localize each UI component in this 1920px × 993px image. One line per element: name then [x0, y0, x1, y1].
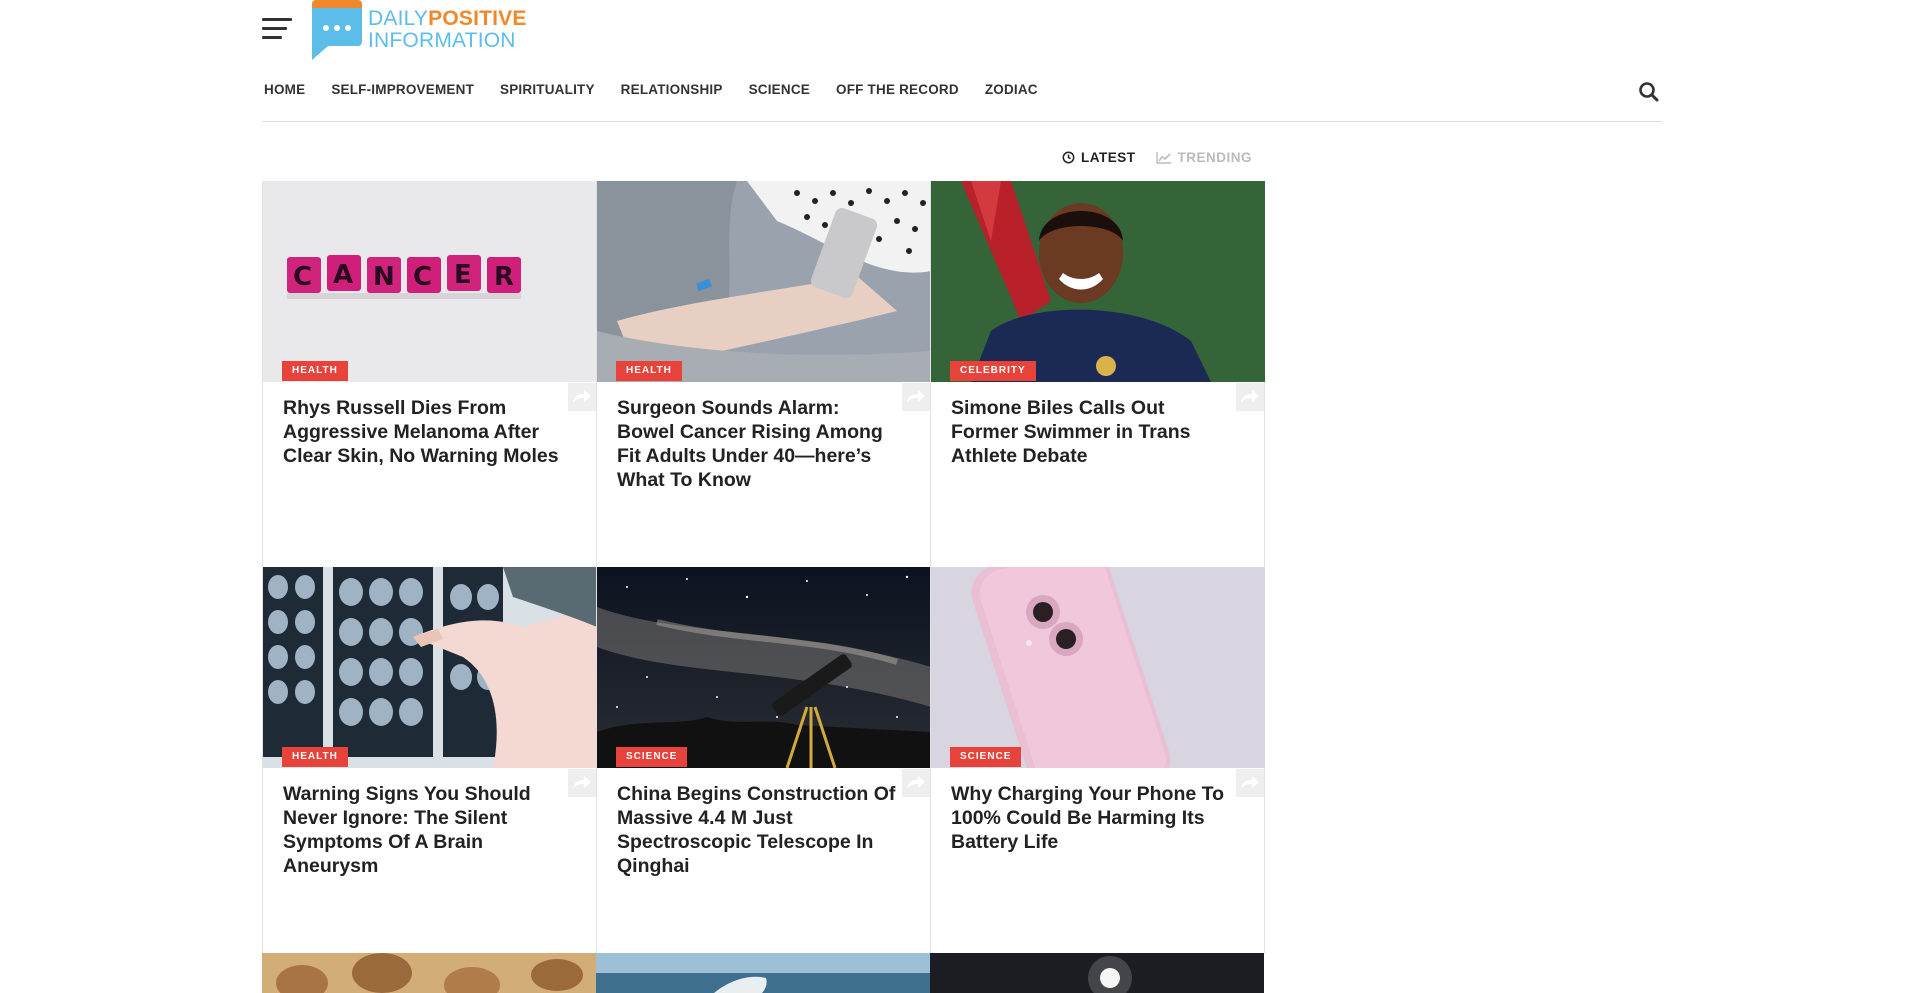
article-image-telescope-night[interactable] — [597, 567, 931, 768]
share-icon[interactable] — [902, 383, 930, 411]
logo-positive: POSITIVE — [428, 7, 527, 30]
svg-text:E: E — [454, 260, 472, 290]
svg-text:R: R — [494, 262, 514, 292]
nav-item-relationship[interactable]: RELATIONSHIP — [619, 72, 723, 108]
nav-item-zodiac[interactable]: ZODIAC — [983, 72, 1038, 108]
article-title[interactable]: China Begins Construction Of Massive 4.4… — [617, 782, 902, 878]
article-image-whale[interactable] — [596, 953, 930, 993]
article-card[interactable]: HEALTH Surgeon Sounds Alarm: Bowel Cance… — [596, 181, 931, 568]
tab-trending-label: TRENDING — [1177, 150, 1252, 165]
logo-information: INFORMATION — [368, 29, 516, 52]
svg-text:C: C — [293, 262, 312, 292]
svg-text:A: A — [333, 260, 353, 290]
article-image-hospital-phone[interactable] — [597, 181, 931, 382]
article-title[interactable]: Why Charging Your Phone To 100% Could Be… — [951, 782, 1236, 854]
article-title[interactable]: Rhys Russell Dies From Aggressive Melano… — [283, 396, 568, 468]
category-badge[interactable]: HEALTH — [616, 361, 682, 381]
speech-bubble-icon — [310, 0, 362, 60]
site-header: DAILYPOSITIVE INFORMATION — [262, 0, 1662, 64]
category-badge[interactable]: SCIENCE — [616, 747, 688, 767]
trending-chart-icon — [1155, 152, 1171, 164]
nav-item-home[interactable]: HOME — [262, 72, 305, 108]
article-card[interactable]: SCIENCE China Begins Construction Of Mas… — [596, 567, 931, 954]
article-card[interactable]: HEALTH Warning Signs You Should Never Ig… — [262, 567, 597, 954]
nav-item-off-the-record[interactable]: OFF THE RECORD — [834, 72, 959, 108]
article-image-athlete-smiling[interactable] — [931, 181, 1265, 382]
share-icon[interactable] — [568, 383, 596, 411]
article-image-cancer-tiles[interactable]: C A N C E R — [263, 181, 597, 382]
article-title[interactable]: Warning Signs You Should Never Ignore: T… — [283, 782, 568, 878]
logo-daily: DAILY — [368, 7, 429, 30]
tab-trending[interactable]: TRENDING — [1155, 150, 1253, 165]
menu-icon[interactable] — [262, 18, 292, 40]
article-image-fossils[interactable] — [262, 953, 596, 993]
article-card-partial[interactable] — [930, 953, 1265, 993]
nav-item-spirituality[interactable]: SPIRITUALITY — [498, 72, 595, 108]
article-card-partial[interactable] — [596, 953, 931, 993]
article-image-brain-scans[interactable] — [263, 567, 597, 768]
article-title[interactable]: Surgeon Sounds Alarm: Bowel Cancer Risin… — [617, 396, 902, 492]
clock-icon — [1062, 151, 1075, 164]
search-icon[interactable] — [1636, 79, 1662, 105]
site-logo[interactable]: DAILYPOSITIVE INFORMATION — [310, 0, 527, 60]
category-badge[interactable]: SCIENCE — [950, 747, 1022, 767]
category-badge[interactable]: HEALTH — [282, 747, 348, 767]
article-card[interactable]: C A N C E R HEALTH Rhys Russell Dies Fro… — [262, 181, 597, 568]
article-card[interactable]: CELEBRITY Simone Biles Calls Out Former … — [930, 181, 1265, 568]
article-image-pink-phone[interactable] — [931, 567, 1265, 768]
article-card-partial[interactable] — [262, 953, 597, 993]
category-badge[interactable]: CELEBRITY — [950, 361, 1036, 381]
share-icon[interactable] — [568, 769, 596, 797]
share-icon[interactable] — [1236, 769, 1264, 797]
svg-text:C: C — [413, 262, 432, 292]
article-card[interactable]: SCIENCE Why Charging Your Phone To 100% … — [930, 567, 1265, 954]
article-image-night-light[interactable] — [930, 953, 1264, 993]
svg-text:N: N — [373, 262, 395, 292]
article-title[interactable]: Simone Biles Calls Out Former Swimmer in… — [951, 396, 1236, 468]
share-icon[interactable] — [1236, 383, 1264, 411]
main-nav: HOME SELF-IMPROVEMENT SPIRITUALITY RELAT… — [262, 72, 1662, 122]
nav-item-science[interactable]: SCIENCE — [747, 72, 810, 108]
share-icon[interactable] — [902, 769, 930, 797]
feed-tabs: LATEST TRENDING — [1062, 150, 1252, 165]
nav-item-self-improvement[interactable]: SELF-IMPROVEMENT — [329, 72, 474, 108]
tab-latest[interactable]: LATEST — [1062, 150, 1136, 165]
category-badge[interactable]: HEALTH — [282, 361, 348, 381]
tab-latest-label: LATEST — [1081, 150, 1136, 165]
